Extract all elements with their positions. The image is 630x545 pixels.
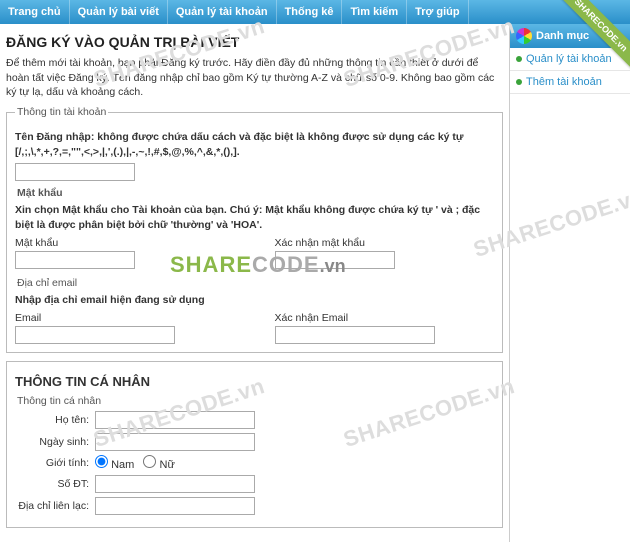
account-legend: Thông tin tài khoản	[15, 106, 108, 118]
nav-accounts[interactable]: Quản lý tài khoản	[168, 0, 277, 24]
password-note: Xin chọn Mật khẩu cho Tài khoản của bạn.…	[15, 203, 494, 232]
password-confirm-label: Xác nhận mật khẩu	[275, 237, 495, 249]
password-label: Mật khẩu	[15, 237, 235, 249]
nav-search[interactable]: Tìm kiếm	[342, 0, 407, 24]
phone-label: Số ĐT:	[15, 478, 95, 490]
gender-male[interactable]: Nam	[95, 459, 134, 471]
username-input[interactable]	[15, 163, 135, 181]
nav-home[interactable]: Trang chủ	[0, 0, 70, 24]
sidebar-header: Danh mục	[510, 24, 630, 48]
email-legend: Địa chỉ email	[15, 277, 494, 289]
dob-label: Ngày sinh:	[15, 436, 95, 448]
sidebar-item-manage[interactable]: Quản lý tài khoản	[510, 48, 630, 71]
username-note: Tên Đăng nhập: không được chứa dấu cách …	[15, 130, 494, 159]
nav-posts[interactable]: Quản lý bài viết	[70, 0, 168, 24]
sidebar-item-add[interactable]: Thêm tài khoản	[510, 71, 630, 94]
wheel-icon	[516, 28, 532, 44]
bullet-icon	[516, 79, 522, 85]
password-confirm-input[interactable]	[275, 251, 395, 269]
nav-help[interactable]: Trợ giúp	[407, 0, 468, 24]
password-legend: Mật khẩu	[15, 187, 494, 199]
address-input[interactable]	[95, 497, 255, 515]
email-label: Email	[15, 312, 235, 324]
password-input[interactable]	[15, 251, 135, 269]
email-input[interactable]	[15, 326, 175, 344]
top-nav: Trang chủ Quản lý bài viết Quản lý tài k…	[0, 0, 630, 24]
nav-stats[interactable]: Thống kê	[277, 0, 343, 24]
account-panel: Thông tin tài khoản Tên Đăng nhập: không…	[6, 106, 503, 352]
phone-input[interactable]	[95, 475, 255, 493]
address-label: Địa chỉ liên lạc:	[15, 500, 95, 512]
personal-panel: THÔNG TIN CÁ NHÂN Thông tin cá nhân Họ t…	[6, 361, 503, 528]
page-title: ĐĂNG KÝ VÀO QUẢN TRỊ BÀI VIẾT	[6, 34, 503, 50]
fullname-input[interactable]	[95, 411, 255, 429]
email-note: Nhập địa chỉ email hiện đang sử dụng	[15, 293, 494, 308]
gender-female[interactable]: Nữ	[143, 459, 174, 471]
email-confirm-label: Xác nhận Email	[275, 312, 495, 324]
fullname-label: Họ tên:	[15, 414, 95, 426]
personal-title: THÔNG TIN CÁ NHÂN	[15, 374, 494, 389]
gender-label: Giới tính:	[15, 457, 95, 469]
sidebar: Danh mục Quản lý tài khoản Thêm tài khoả…	[510, 24, 630, 542]
email-confirm-input[interactable]	[275, 326, 435, 344]
dob-input[interactable]	[95, 433, 255, 451]
main-content: ĐĂNG KÝ VÀO QUẢN TRỊ BÀI VIẾT Để thêm mớ…	[0, 24, 510, 542]
page-intro: Để thêm mới tài khoản, bạn phải Đăng ký …	[6, 56, 503, 100]
bullet-icon	[516, 56, 522, 62]
personal-legend: Thông tin cá nhân	[15, 395, 494, 407]
